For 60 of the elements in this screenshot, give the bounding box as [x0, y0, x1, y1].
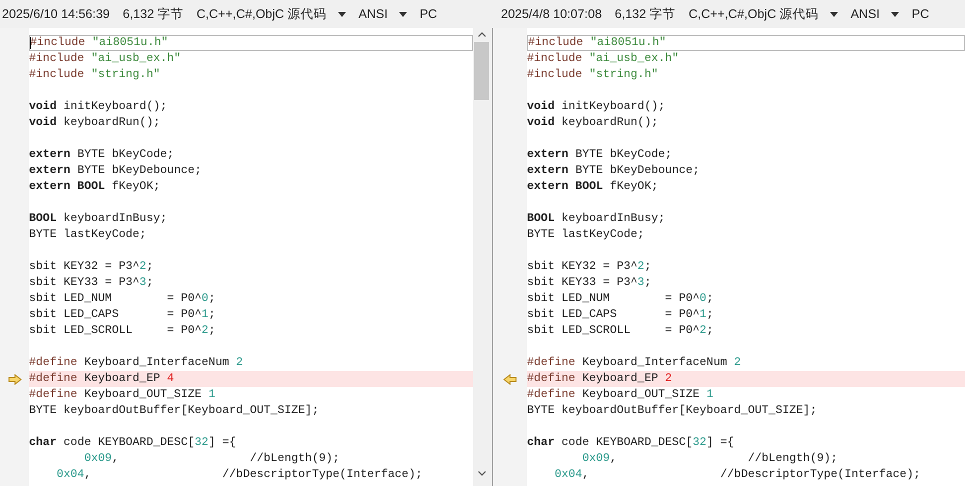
file-date: 2025/4/8 10:07:08	[501, 7, 602, 21]
code-line: BYTE lastKeyCode;	[29, 227, 148, 243]
code-line: char code KEYBOARD_DESC[32] ={	[29, 435, 238, 451]
code-line: sbit KEY33 = P3^3;	[29, 275, 154, 291]
scrollbar-thumb[interactable]	[474, 42, 489, 100]
code-line: sbit LED_SCROLL = P0^2;	[527, 323, 714, 339]
code-line: sbit KEY32 = P3^2;	[527, 259, 652, 275]
code-line: BOOL keyboardInBusy;	[29, 211, 168, 227]
code-line: void initKeyboard();	[527, 99, 666, 115]
code-line: extern BOOL fKeyOK;	[527, 179, 660, 195]
file-size: 6,132 字节	[614, 6, 676, 22]
scroll-up-icon[interactable]	[478, 32, 486, 37]
code-line: 0x04, //bDescriptorType(Interface);	[56, 467, 424, 483]
code-line: extern BOOL fKeyOK;	[29, 179, 162, 195]
code-line: extern BYTE bKeyDebounce;	[29, 163, 203, 179]
code-line: sbit LED_NUM = P0^0;	[527, 291, 714, 307]
arrow-icon	[8, 374, 22, 384]
code-line: void keyboardRun();	[527, 115, 660, 131]
code-line: BYTE keyboardOutBuffer[Keyboard_OUT_SIZE];	[527, 403, 818, 419]
scroll-down-icon[interactable]	[478, 471, 486, 476]
encoding-dropdown[interactable]: ANSI	[358, 7, 388, 21]
dropdown-caret-icon[interactable]	[398, 12, 407, 16]
code-line: sbit LED_NUM = P0^0;	[29, 291, 216, 307]
code-line: BOOL keyboardInBusy;	[527, 211, 666, 227]
language-dropdown[interactable]: C,C++,C#,ObjC 源代码	[196, 6, 327, 22]
dropdown-caret-icon[interactable]	[338, 12, 346, 16]
code-line: sbit LED_CAPS = P0^1;	[527, 307, 714, 323]
code-line: 0x09, //bLength(9);	[83, 451, 341, 467]
encoding-dropdown[interactable]: ANSI	[850, 7, 880, 21]
file-date: 2025/6/10 14:56:39	[2, 7, 110, 21]
code-line: extern BYTE bKeyCode;	[527, 147, 673, 163]
scrollbar[interactable]	[473, 28, 490, 486]
file-size: 6,132 字节	[122, 6, 184, 22]
code-line: void keyboardRun();	[29, 115, 162, 131]
code-line: sbit KEY33 = P3^3;	[527, 275, 652, 291]
line-ending[interactable]: PC	[912, 7, 930, 21]
code-line: sbit LED_SCROLL = P0^2;	[29, 323, 216, 339]
code-line: #include "string.h"	[527, 67, 660, 83]
code-line: char code KEYBOARD_DESC[32] ={	[527, 435, 736, 451]
code-line: 0x09, //bLength(9);	[581, 451, 839, 467]
line-ending[interactable]: PC	[420, 7, 438, 21]
code-line: BYTE keyboardOutBuffer[Keyboard_OUT_SIZE];	[29, 403, 320, 419]
dropdown-caret-icon[interactable]	[890, 12, 899, 16]
code-line: 0x04, //bDescriptorType(Interface);	[554, 467, 922, 483]
code-line: #define Keyboard_InterfaceNum 2	[527, 355, 742, 371]
language-dropdown[interactable]: C,C++,C#,ObjC 源代码	[688, 6, 819, 22]
code-line: #define Keyboard_OUT_SIZE 1	[29, 387, 216, 403]
code-line: void initKeyboard();	[29, 99, 168, 115]
code-line: #define Keyboard_InterfaceNum 2	[29, 355, 244, 371]
arrow-icon	[503, 374, 517, 384]
code-line: #include "string.h"	[29, 67, 162, 83]
code-line: extern BYTE bKeyDebounce;	[527, 163, 701, 179]
code-line: extern BYTE bKeyCode;	[29, 147, 175, 163]
code-line: sbit LED_CAPS = P0^1;	[29, 307, 216, 323]
code-line: #include "ai_usb_ex.h"	[29, 51, 182, 67]
code-line: BYTE lastKeyCode;	[527, 227, 646, 243]
code-line: #include "ai_usb_ex.h"	[527, 51, 680, 67]
dropdown-caret-icon[interactable]	[830, 12, 838, 16]
code-line: sbit KEY32 = P3^2;	[29, 259, 154, 275]
code-line: #define Keyboard_OUT_SIZE 1	[527, 387, 714, 403]
